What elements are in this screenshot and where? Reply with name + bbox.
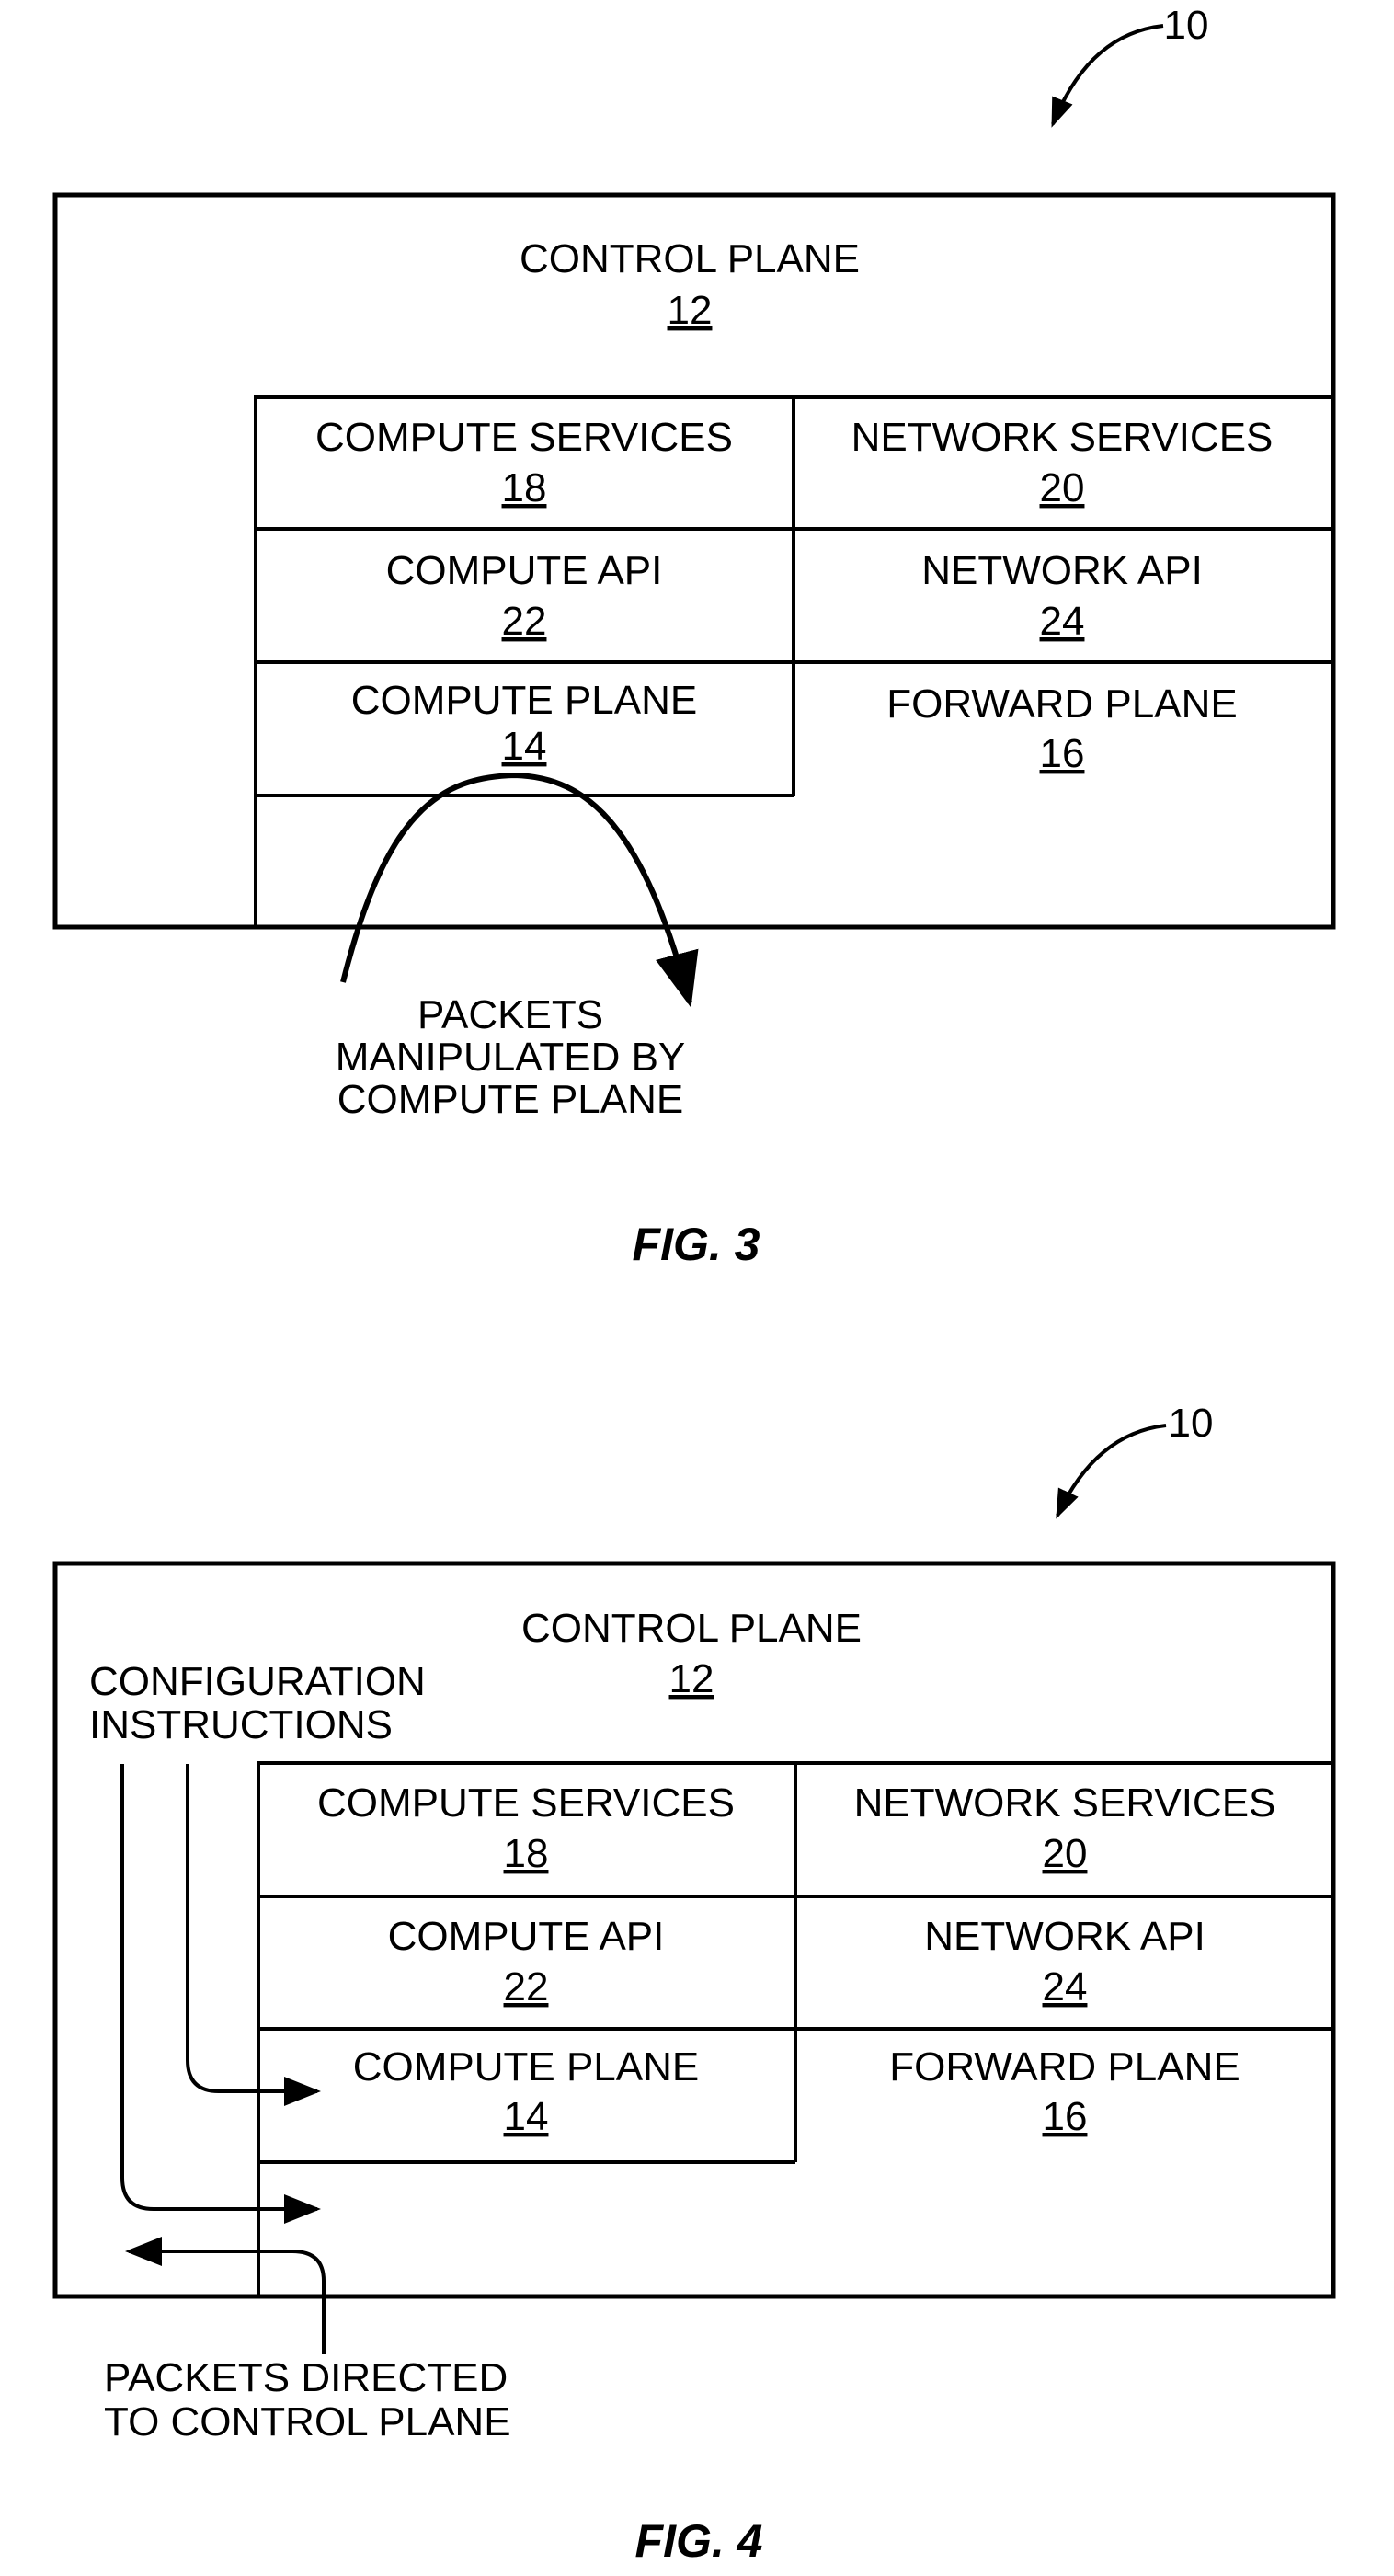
config-to-compute-plane-arrow-icon <box>186 1764 321 2106</box>
cell-network-services: NETWORK SERVICES 20 <box>851 415 1274 510</box>
cell-compute-plane: COMPUTE PLANE 14 <box>351 678 698 769</box>
control-plane-label: CONTROL PLANE <box>520 236 860 281</box>
config-label-line: CONFIGURATION <box>89 1659 426 1704</box>
annotation-line: PACKETS <box>417 992 603 1037</box>
cell-label: NETWORK SERVICES <box>854 1780 1276 1826</box>
cell-label: COMPUTE API <box>386 548 663 593</box>
figure-3: 10 CONTROL PLANE 12 COMPUTE SERVICES 18 … <box>52 3 1336 1270</box>
packets-to-control-plane-arrow-icon <box>125 2237 326 2354</box>
cell-forward-plane: FORWARD PLANE 16 <box>886 681 1237 776</box>
patent-drawing-sheet: 10 CONTROL PLANE 12 COMPUTE SERVICES 18 … <box>0 0 1394 2576</box>
cell-ref: 24 <box>1040 599 1085 644</box>
control-plane-label: CONTROL PLANE <box>521 1606 862 1651</box>
diagram-svg: 10 CONTROL PLANE 12 COMPUTE SERVICES 18 … <box>52 3 1336 2567</box>
cell-ref: 24 <box>1043 1964 1088 2009</box>
cell-ref: 22 <box>502 599 547 644</box>
cell-network-services: NETWORK SERVICES 20 <box>854 1780 1276 1876</box>
control-plane-ref: 12 <box>669 1656 714 1701</box>
reference-numeral-10: 10 <box>1169 1401 1214 1446</box>
cell-ref: 16 <box>1043 2094 1088 2139</box>
config-to-forward-path-arrow-icon <box>120 1764 321 2224</box>
packets-directed-annotation: PACKETS DIRECTED TO CONTROL PLANE <box>104 2355 511 2444</box>
cell-ref: 14 <box>502 724 547 769</box>
cell-label: NETWORK API <box>924 1914 1205 1959</box>
cell-ref: 18 <box>504 1831 549 1876</box>
cell-label: COMPUTE SERVICES <box>315 415 733 460</box>
cell-ref: 20 <box>1040 465 1085 510</box>
packet-flow-arrow-icon <box>340 772 699 1008</box>
cell-label: NETWORK API <box>921 548 1203 593</box>
cell-label: COMPUTE SERVICES <box>317 1780 735 1826</box>
figure-4: 10 CONTROL PLANE 12 CONFIGURATION INSTRU… <box>52 1401 1336 2567</box>
cell-ref: 14 <box>504 2094 549 2139</box>
annotation-line: TO CONTROL PLANE <box>104 2399 511 2444</box>
config-label-line: INSTRUCTIONS <box>89 1702 393 1747</box>
cell-ref: 20 <box>1043 1831 1088 1876</box>
annotation-line: PACKETS DIRECTED <box>104 2355 508 2400</box>
cell-label: FORWARD PLANE <box>889 2044 1240 2089</box>
reference-arrow-icon <box>1051 24 1164 128</box>
reference-arrow-icon <box>1056 1424 1167 1519</box>
cell-compute-api: COMPUTE API 22 <box>386 548 663 644</box>
cell-label: COMPUTE PLANE <box>353 2044 700 2089</box>
cell-compute-plane: COMPUTE PLANE 14 <box>353 2044 700 2139</box>
figure-caption: FIG. 3 <box>633 1219 760 1270</box>
cell-forward-plane: FORWARD PLANE 16 <box>889 2044 1240 2139</box>
control-plane-ref: 12 <box>668 288 713 333</box>
configuration-instructions-label: CONFIGURATION INSTRUCTIONS <box>89 1659 426 1747</box>
packets-manipulated-annotation: PACKETS MANIPULATED BY COMPUTE PLANE <box>336 992 686 1122</box>
cell-label: COMPUTE API <box>388 1914 665 1959</box>
cell-ref: 22 <box>504 1964 549 2009</box>
cell-label: NETWORK SERVICES <box>851 415 1274 460</box>
cell-label: COMPUTE PLANE <box>351 678 698 723</box>
cell-ref: 18 <box>502 465 547 510</box>
cell-network-api: NETWORK API 24 <box>924 1914 1205 2009</box>
cell-compute-services: COMPUTE SERVICES 18 <box>315 415 733 510</box>
cell-compute-api: COMPUTE API 22 <box>388 1914 665 2009</box>
figure-caption: FIG. 4 <box>635 2515 763 2567</box>
annotation-line: MANIPULATED BY <box>336 1035 686 1080</box>
cell-label: FORWARD PLANE <box>886 681 1237 727</box>
reference-numeral-10: 10 <box>1164 3 1209 48</box>
annotation-line: COMPUTE PLANE <box>337 1077 684 1122</box>
cell-compute-services: COMPUTE SERVICES 18 <box>317 1780 735 1876</box>
cell-ref: 16 <box>1040 731 1085 776</box>
cell-network-api: NETWORK API 24 <box>921 548 1203 644</box>
